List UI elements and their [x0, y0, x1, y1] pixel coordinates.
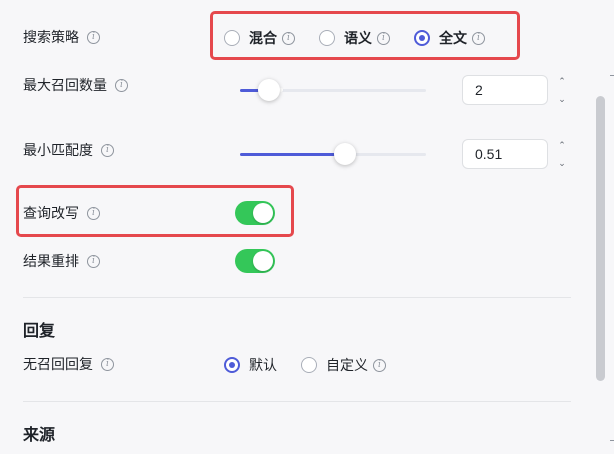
radio-button[interactable]	[319, 30, 335, 46]
knowledge-settings-panel: 搜索策略 i 混合 i 语义 i 全文 i 最大召回数量 i 2 ⌃ ⌄ 最小匹…	[0, 0, 614, 454]
section-divider	[23, 401, 571, 402]
radio-option-default[interactable]: 默认	[224, 355, 277, 375]
info-icon[interactable]: i	[101, 143, 114, 157]
edge-mark	[610, 75, 614, 76]
radio-button-selected[interactable]	[414, 30, 430, 46]
source-section-title: 来源	[23, 427, 56, 444]
radio-option-label: 默认	[249, 357, 277, 373]
toggle-knob	[253, 251, 273, 271]
info-icon[interactable]: i	[373, 358, 386, 372]
radio-option-hybrid[interactable]: 混合 i	[224, 28, 295, 48]
slider-fill	[240, 153, 335, 156]
radio-option-label: 语义	[344, 30, 372, 46]
edge-mark	[610, 440, 614, 441]
chevron-down-icon[interactable]: ⌄	[558, 93, 566, 105]
max-recall-label-group: 最大召回数量 i	[23, 76, 128, 94]
no-recall-reply-radio-group: 默认 自定义 i	[224, 355, 386, 375]
radio-button[interactable]	[224, 30, 240, 46]
search-strategy-label: 搜索策略	[23, 29, 79, 45]
scrollbar-thumb[interactable]	[596, 96, 605, 381]
max-recall-stepper[interactable]: ⌃ ⌄	[555, 75, 569, 105]
info-icon[interactable]: i	[87, 30, 100, 44]
max-recall-input[interactable]: 2	[462, 75, 548, 105]
info-icon[interactable]: i	[115, 78, 128, 92]
reply-section-title: 回复	[23, 323, 56, 340]
radio-option-custom[interactable]: 自定义 i	[301, 355, 386, 375]
info-icon[interactable]: i	[87, 254, 100, 268]
result-rerank-label: 结果重排	[23, 253, 79, 269]
min-match-input[interactable]: 0.51	[462, 139, 548, 169]
result-rerank-label-group: 结果重排 i	[23, 252, 100, 270]
min-match-slider[interactable]	[240, 143, 426, 165]
chevron-up-icon[interactable]: ⌃	[558, 139, 566, 151]
query-rewrite-label: 查询改写	[23, 205, 79, 221]
max-recall-label: 最大召回数量	[23, 77, 107, 93]
section-divider	[23, 297, 571, 298]
result-rerank-toggle[interactable]	[235, 249, 275, 273]
radio-option-label: 混合	[249, 30, 277, 46]
radio-option-label: 全文	[439, 30, 467, 46]
radio-option-semantic[interactable]: 语义 i	[319, 28, 390, 48]
info-icon[interactable]: i	[377, 31, 390, 45]
info-icon[interactable]: i	[472, 31, 485, 45]
radio-button-selected[interactable]	[224, 357, 240, 373]
query-rewrite-label-group: 查询改写 i	[23, 204, 100, 222]
info-icon[interactable]: i	[101, 357, 114, 371]
slider-thumb[interactable]	[334, 143, 356, 165]
slider-fill	[240, 89, 259, 92]
toggle-knob	[253, 203, 273, 223]
radio-button[interactable]	[301, 357, 317, 373]
chevron-up-icon[interactable]: ⌃	[558, 75, 566, 87]
max-recall-slider[interactable]	[240, 79, 426, 101]
slider-thumb[interactable]	[258, 79, 280, 101]
min-match-stepper[interactable]: ⌃ ⌄	[555, 139, 569, 169]
min-match-label-group: 最小匹配度 i	[23, 141, 114, 159]
info-icon[interactable]: i	[282, 31, 295, 45]
min-match-label: 最小匹配度	[23, 142, 93, 158]
chevron-down-icon[interactable]: ⌄	[558, 157, 566, 169]
query-rewrite-toggle[interactable]	[235, 201, 275, 225]
radio-option-fulltext[interactable]: 全文 i	[414, 28, 485, 48]
no-recall-reply-label-group: 无召回回复 i	[23, 355, 114, 373]
search-strategy-radio-group: 混合 i 语义 i 全文 i	[224, 28, 485, 48]
info-icon[interactable]: i	[87, 206, 100, 220]
no-recall-reply-label: 无召回回复	[23, 356, 93, 372]
search-strategy-label-group: 搜索策略 i	[23, 28, 100, 46]
radio-option-label: 自定义	[326, 357, 368, 373]
